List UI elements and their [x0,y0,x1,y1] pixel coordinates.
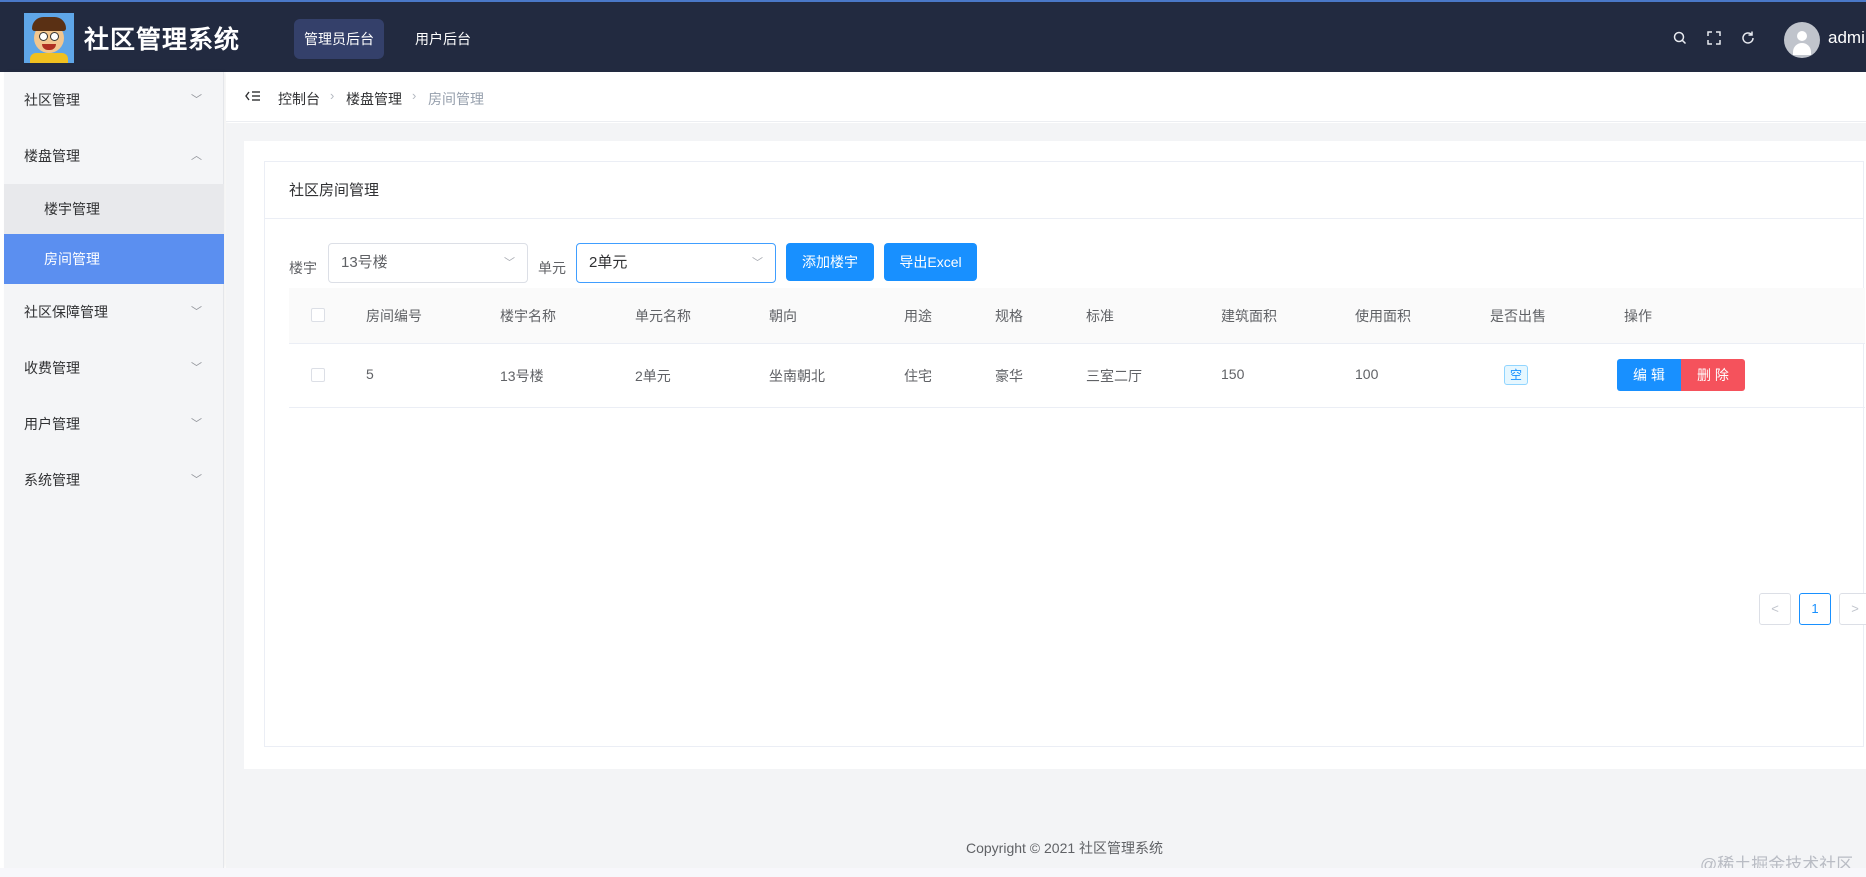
sidebar-subitem-building[interactable]: 楼宇管理 [4,184,224,234]
sidebar-item-community[interactable]: 社区管理 ﹀ [4,72,224,128]
col-usage: 用途 [904,308,932,324]
building-label: 楼宇 [289,260,317,276]
sidebar-item-users[interactable]: 用户管理 ﹀ [4,396,224,452]
sidebar-subitem-room[interactable]: 房间管理 [4,234,224,284]
cell-orientation: 坐南朝北 [769,368,825,384]
footer-copyright: Copyright © 2021 社区管理系统 [966,840,1164,856]
pagination-page-1[interactable]: 1 [1799,593,1831,625]
fullscreen-icon[interactable] [1706,30,1722,46]
chevron-down-icon: ﹀ [191,306,202,318]
col-standard: 标准 [1086,308,1114,324]
unit-select[interactable]: 2单元 ﹀ [576,243,776,283]
chevron-down-icon: ﹀ [752,257,763,269]
breadcrumb-bar: 控制台 › 楼盘管理 › 房间管理 [226,72,1866,122]
sidebar-item-property[interactable]: 楼盘管理 ︿ [4,128,224,184]
breadcrumb-property[interactable]: 楼盘管理 [346,89,402,109]
app-logo [24,13,74,63]
col-actions: 操作 [1624,308,1652,324]
sidebar-item-label: 楼盘管理 [24,148,80,164]
cell-spec: 豪华 [995,368,1023,384]
chevron-right-icon: › [330,88,335,103]
col-use-area: 使用面积 [1355,308,1411,324]
breadcrumb-room: 房间管理 [428,91,484,107]
export-excel-button[interactable]: 导出Excel [884,243,977,281]
building-select-value: 13号楼 [341,254,388,271]
table-header: 房间编号 楼宇名称 单元名称 朝向 用途 规格 标准 建筑面积 使用面积 是否出… [289,288,1865,344]
col-spec: 规格 [995,308,1023,324]
col-room-no: 房间编号 [366,308,422,324]
col-building: 楼宇名称 [500,308,556,324]
building-select[interactable]: 13号楼 ﹀ [328,243,528,283]
breadcrumb-dashboard[interactable]: 控制台 [278,89,320,109]
cell-build-area: 150 [1221,366,1245,382]
chevron-up-icon: ︿ [191,150,202,162]
pagination-prev[interactable]: < [1759,593,1791,625]
chevron-down-icon: ﹀ [191,362,202,374]
table-row: 5 13号楼 2单元 坐南朝北 住宅 豪华 三室二厅 150 100 空 编 辑… [289,344,1865,408]
col-build-area: 建筑面积 [1221,308,1277,324]
unit-select-value: 2单元 [589,254,628,271]
chevron-down-icon: ﹀ [191,94,202,106]
col-orientation: 朝向 [769,308,797,324]
sold-status-badge: 空 [1504,365,1528,385]
collapse-menu-icon[interactable] [244,87,262,105]
chevron-down-icon: ﹀ [191,418,202,430]
cell-room-no: 5 [366,366,374,382]
select-all-checkbox[interactable] [311,308,325,322]
window-bottom-edge [0,868,1866,877]
col-sold: 是否出售 [1490,308,1546,324]
edit-button[interactable]: 编 辑 [1617,359,1681,391]
sidebar-item-label: 社区管理 [24,92,80,108]
nav-user-backend[interactable]: 用户后台 [405,19,481,59]
unit-label: 单元 [538,260,566,276]
sidebar-item-label: 系统管理 [24,472,80,488]
search-icon[interactable] [1672,30,1688,46]
app-title: 社区管理系统 [84,26,241,54]
user-name[interactable]: admi [1828,28,1865,48]
sidebar-item-system[interactable]: 系统管理 ﹀ [4,452,224,508]
room-card: 社区房间管理 楼宇 13号楼 ﹀ 单元 2单元 ﹀ 添加楼宇 导出Excel 房… [264,161,1866,747]
refresh-icon[interactable] [1740,30,1756,46]
cell-unit: 2单元 [635,368,671,384]
row-checkbox[interactable] [311,368,325,382]
user-avatar[interactable] [1784,22,1820,58]
nav-admin-backend[interactable]: 管理员后台 [294,19,384,59]
cell-standard: 三室二厅 [1086,368,1142,384]
cell-usage: 住宅 [904,368,932,384]
content-panel: 社区房间管理 楼宇 13号楼 ﹀ 单元 2单元 ﹀ 添加楼宇 导出Excel 房… [244,141,1866,769]
top-header: 社区管理系统 管理员后台 用户后台 admi [0,0,1866,72]
delete-button[interactable]: 删 除 [1681,359,1745,391]
col-unit: 单元名称 [635,308,691,324]
sidebar-item-label: 收费管理 [24,360,80,376]
cell-building: 13号楼 [500,368,544,384]
chevron-right-icon: › [412,88,417,103]
chevron-down-icon: ﹀ [504,257,515,269]
pagination-next[interactable]: > [1839,593,1866,625]
sidebar-item-label: 用户管理 [24,416,80,432]
sidebar-item-label: 社区保障管理 [24,304,108,320]
chevron-down-icon: ﹀ [191,474,202,486]
main-content: 社区房间管理 楼宇 13号楼 ﹀ 单元 2单元 ﹀ 添加楼宇 导出Excel 房… [226,123,1866,868]
sidebar: 社区管理 ﹀ 楼盘管理 ︿ 楼宇管理 房间管理 社区保障管理 ﹀ 收费管理 ﹀ … [4,72,224,868]
sidebar-item-fees[interactable]: 收费管理 ﹀ [4,340,224,396]
sidebar-item-security[interactable]: 社区保障管理 ﹀ [4,284,224,340]
add-building-button[interactable]: 添加楼宇 [786,243,874,281]
card-title: 社区房间管理 [265,162,1863,219]
cell-use-area: 100 [1355,366,1379,382]
